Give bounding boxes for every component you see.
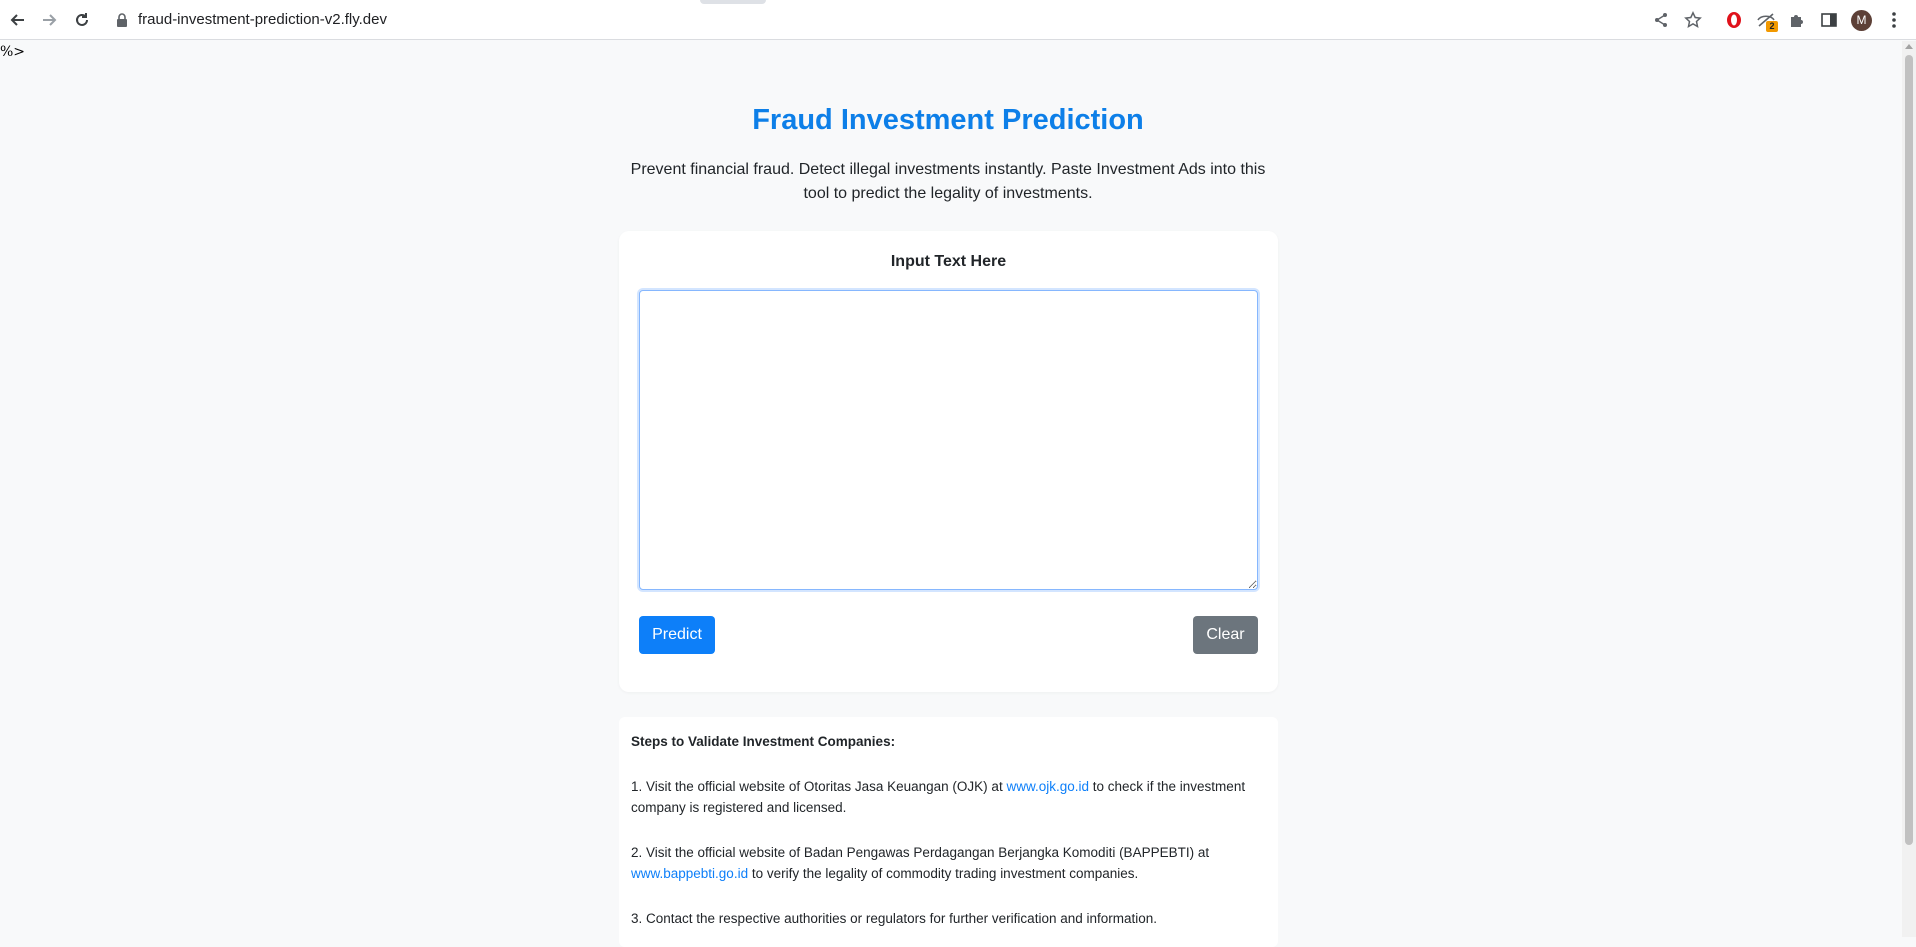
extension-badge: 2 xyxy=(1766,21,1778,32)
validation-steps-card: Steps to Validate Investment Companies: … xyxy=(619,717,1278,947)
step-2: 2. Visit the official website of Badan P… xyxy=(631,842,1266,884)
kebab-menu-icon[interactable] xyxy=(1883,9,1905,31)
investment-text-input[interactable] xyxy=(639,290,1258,590)
tab-strip-edge xyxy=(700,0,766,4)
address-bar-url[interactable]: fraud-investment-prediction-v2.fly.dev xyxy=(138,11,387,28)
share-icon[interactable] xyxy=(1650,9,1672,31)
reload-icon[interactable] xyxy=(70,8,94,32)
step-2-suffix: to verify the legality of commodity trad… xyxy=(748,866,1139,881)
ojk-link[interactable]: www.ojk.go.id xyxy=(1006,779,1089,794)
star-icon[interactable] xyxy=(1682,9,1704,31)
bappebti-link[interactable]: www.bappebti.go.id xyxy=(631,866,748,881)
back-arrow-icon[interactable] xyxy=(6,8,30,32)
step-2-text: 2. Visit the official website of Badan P… xyxy=(631,845,1210,860)
step-1: 1. Visit the official website of Otorita… xyxy=(631,776,1266,818)
page-title: Fraud Investment Prediction xyxy=(752,104,1144,136)
forward-arrow-icon[interactable] xyxy=(37,8,61,32)
predict-button[interactable]: Predict xyxy=(639,616,715,654)
browser-toolbar: fraud-investment-prediction-v2.fly.dev 2… xyxy=(0,0,1916,40)
opera-icon[interactable] xyxy=(1723,9,1745,31)
step-1-text: 1. Visit the official website of Otorita… xyxy=(631,779,1007,794)
puzzle-icon[interactable] xyxy=(1786,9,1808,31)
page-scrollbar[interactable] xyxy=(1902,41,1916,937)
avatar[interactable]: M xyxy=(1851,10,1872,31)
page-subtitle: Prevent financial fraud. Detect illegal … xyxy=(630,161,1266,202)
clear-button[interactable]: Clear xyxy=(1193,616,1258,654)
lock-icon[interactable] xyxy=(116,13,128,27)
prediction-form-card: Input Text Here Predict Clear xyxy=(619,231,1278,692)
stray-template-text: %> xyxy=(0,44,26,60)
input-label: Input Text Here xyxy=(890,253,1007,270)
scroll-up-arrow-icon[interactable] xyxy=(1905,44,1913,49)
steps-heading: Steps to Validate Investment Companies: xyxy=(631,734,896,749)
scrollbar-thumb[interactable] xyxy=(1905,55,1913,845)
step-3: 3. Contact the respective authorities or… xyxy=(631,911,1158,926)
side-panel-icon[interactable] xyxy=(1818,9,1840,31)
